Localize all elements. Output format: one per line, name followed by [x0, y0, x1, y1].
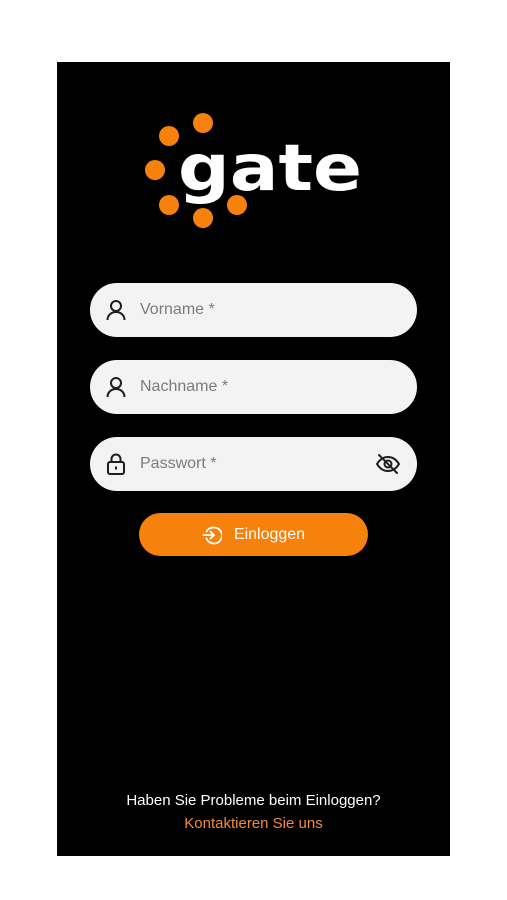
login-button[interactable]: Einloggen: [139, 513, 368, 556]
password-field[interactable]: [90, 437, 417, 491]
login-help-text: Haben Sie Probleme beim Einloggen?: [126, 792, 381, 809]
last-name-field[interactable]: [90, 360, 417, 414]
first-name-input[interactable]: [140, 301, 340, 319]
gate-logo: gate: [145, 113, 362, 228]
logo-wordmark: gate: [178, 132, 362, 206]
last-name-input[interactable]: [140, 378, 340, 396]
user-icon: [106, 299, 126, 321]
password-input[interactable]: [140, 455, 340, 473]
first-name-field[interactable]: [90, 283, 417, 337]
login-arrow-icon: [202, 525, 222, 545]
app-screen: gate Vorname * Nachname * Einloggen Habe…: [57, 62, 450, 856]
lock-icon: [106, 453, 126, 475]
user-icon: [106, 376, 126, 398]
login-button-label: Einloggen: [233, 525, 306, 543]
eye-off-icon[interactable]: [375, 452, 401, 476]
contact-link[interactable]: Kontaktieren Sie uns: [184, 815, 322, 832]
contact-row: Kontaktieren Sie uns: [57, 815, 450, 832]
